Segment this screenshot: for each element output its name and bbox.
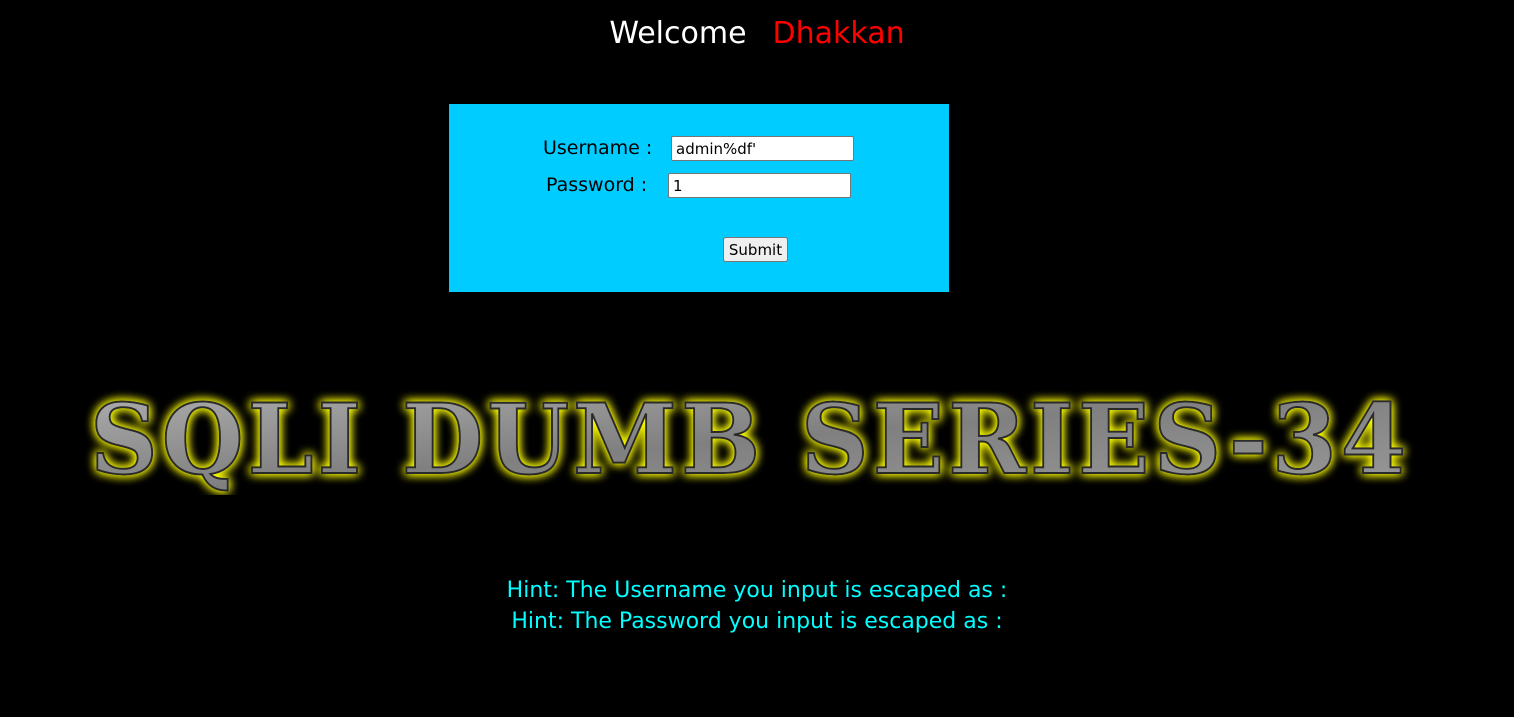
hints-block: Hint: The Username you input is escaped …	[0, 575, 1514, 637]
welcome-header: Welcome Dhakkan	[0, 14, 1514, 54]
username-hint: Hint: The Username you input is escaped …	[506, 578, 1008, 603]
banner-text: SQLI DUMB SERIES-34	[90, 385, 1410, 495]
login-form: Username : Password : Submit	[449, 104, 949, 292]
welcome-text: Welcome	[609, 16, 747, 51]
user-name: Dhakkan	[772, 16, 905, 51]
page: Welcome Dhakkan Username : Password : Sub…	[0, 0, 1514, 717]
series-banner-logo: SQLI DUMB SERIES-34	[89, 385, 1410, 495]
password-hint: Hint: The Password you input is escaped …	[511, 609, 1003, 634]
submit-button[interactable]: Submit	[723, 237, 788, 262]
username-label: Username :	[543, 137, 653, 159]
password-input[interactable]	[668, 173, 851, 198]
password-label: Password :	[546, 174, 648, 196]
username-input[interactable]	[671, 136, 854, 161]
